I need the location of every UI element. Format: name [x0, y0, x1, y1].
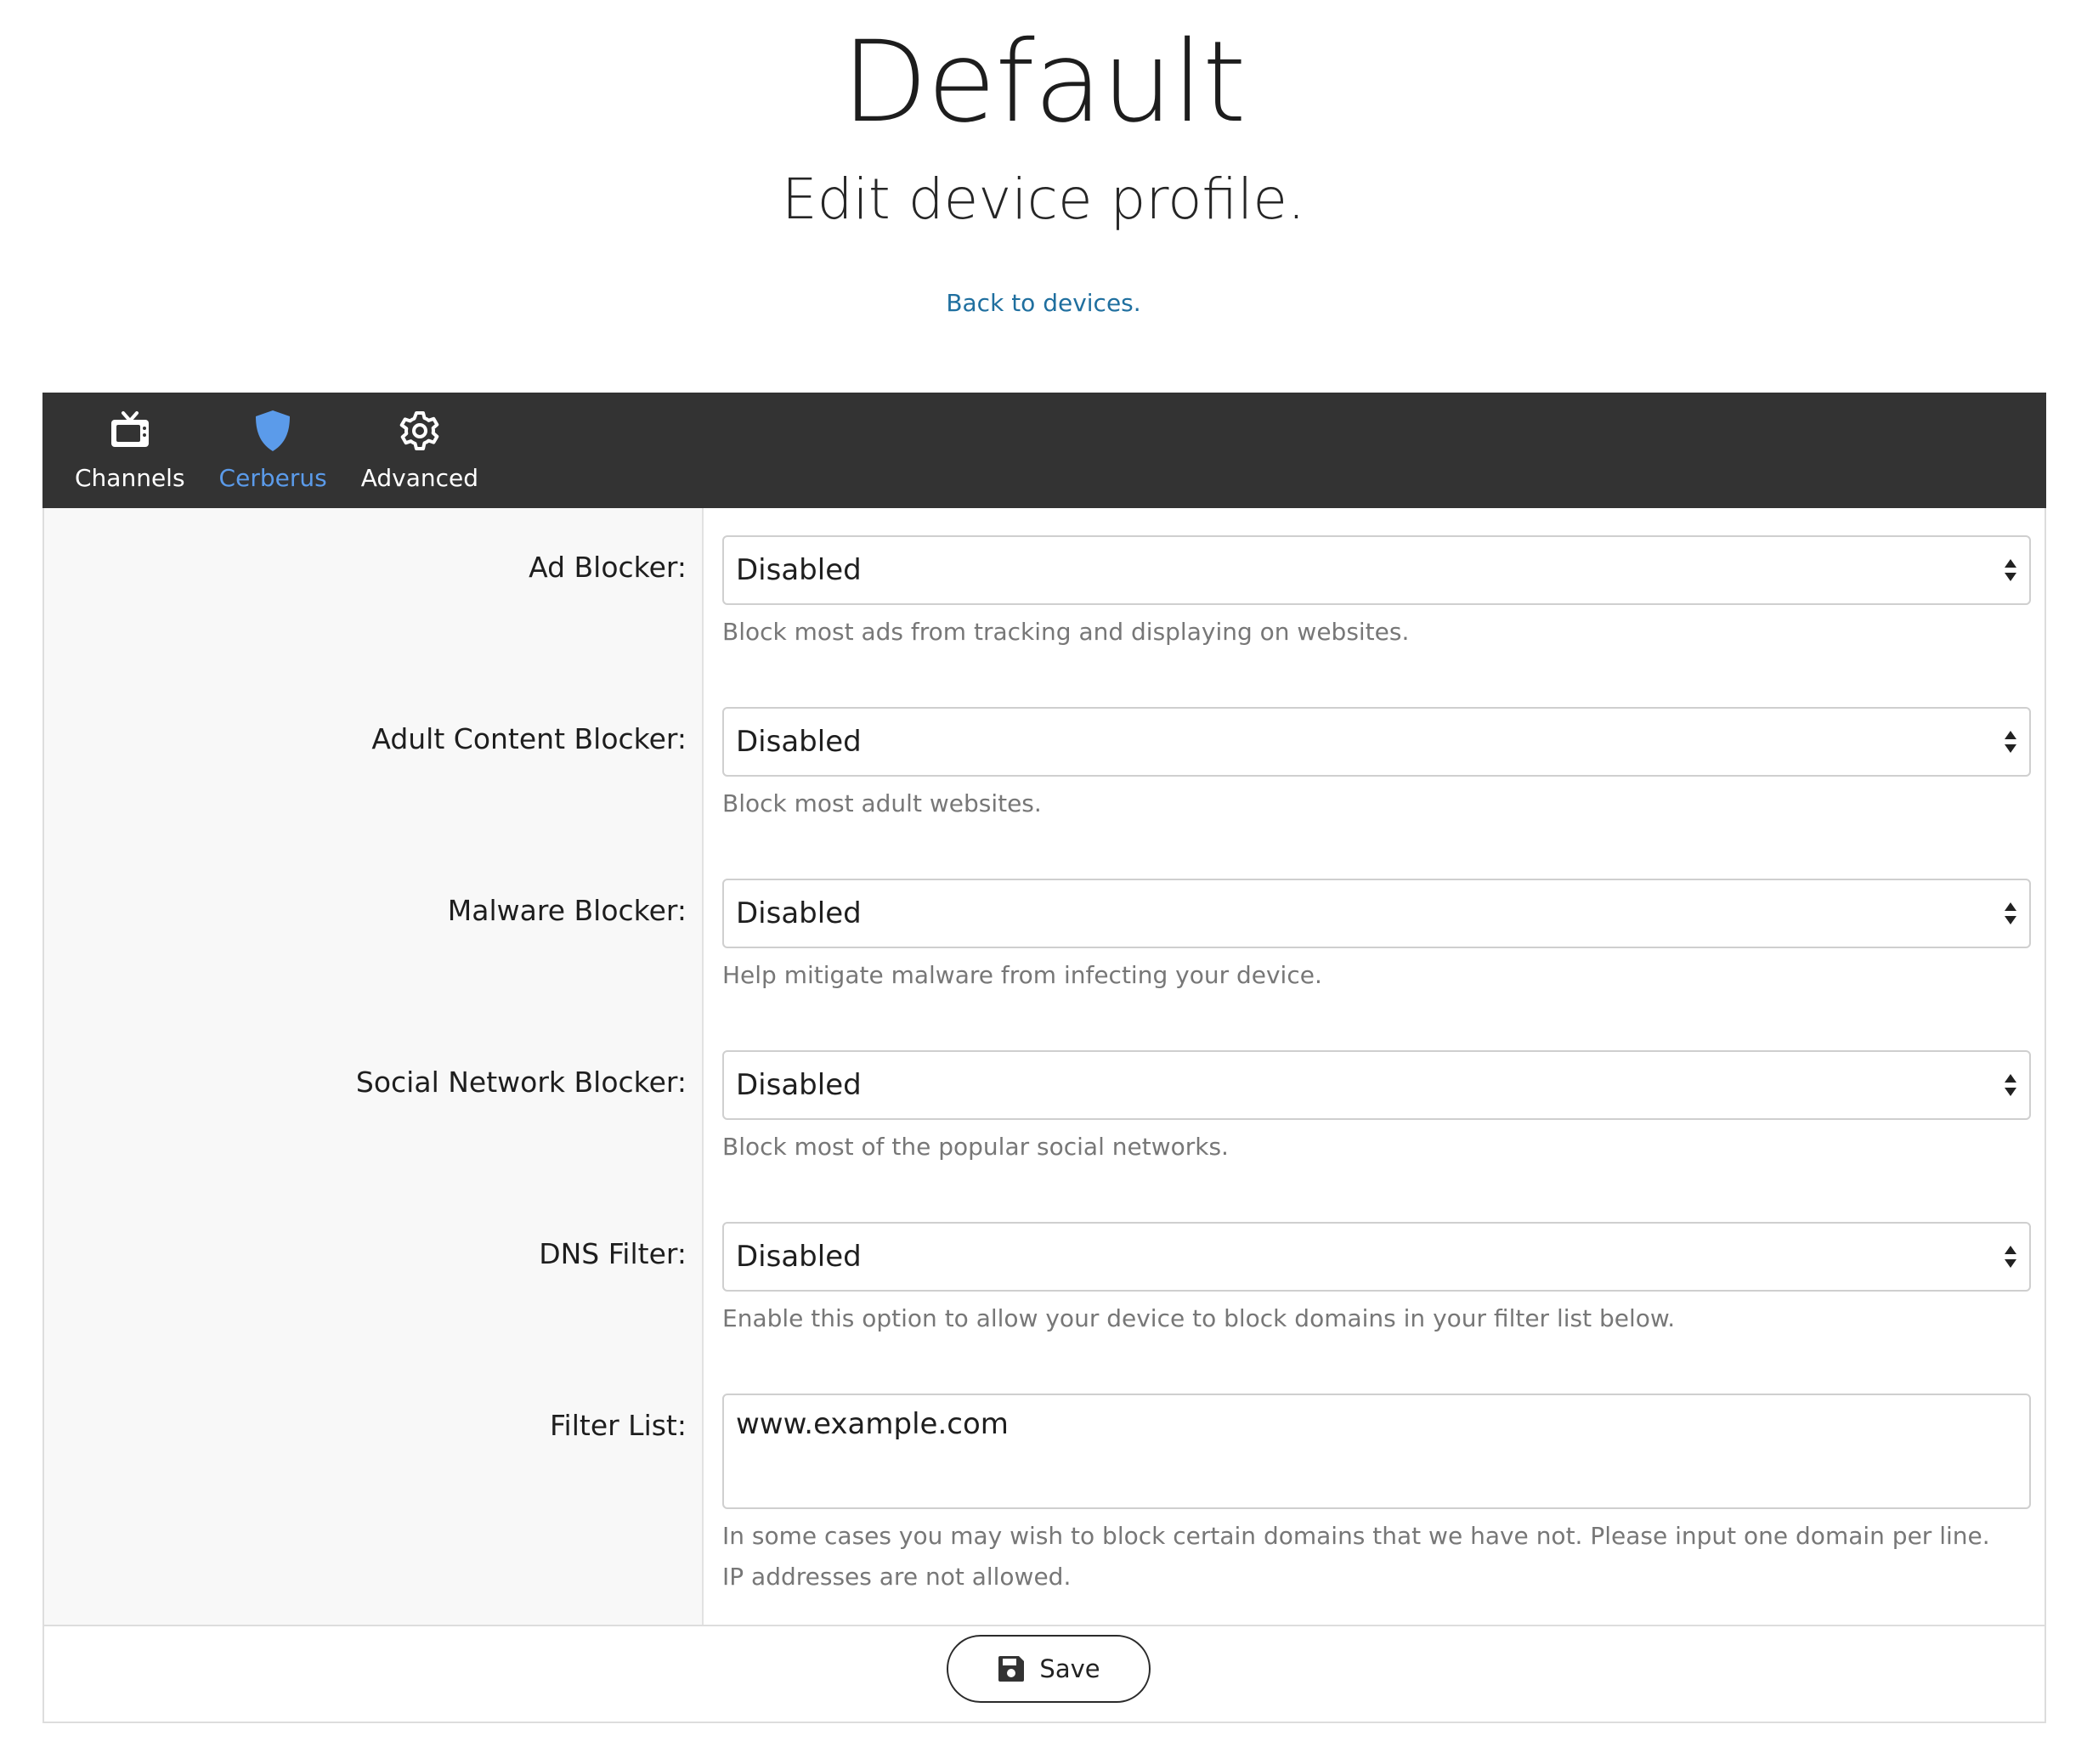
select-arrows-icon — [2005, 902, 2016, 924]
ad-blocker-label: Ad Blocker: — [529, 551, 687, 584]
dns-filter-label: DNS Filter: — [539, 1237, 687, 1270]
shield-icon — [250, 408, 296, 454]
floppy-disk-icon — [998, 1656, 1025, 1682]
ad-blocker-select[interactable]: Disabled — [722, 535, 2031, 605]
social-network-blocker-label: Social Network Blocker: — [355, 1066, 687, 1099]
back-to-devices-link[interactable]: Back to devices. — [946, 289, 1140, 317]
filter-list-help-line-1: In some cases you may wish to block cert… — [722, 1522, 1990, 1550]
page-subtitle: Edit device profile. — [781, 167, 1305, 232]
select-arrows-icon — [2005, 1246, 2016, 1268]
dns-filter-select[interactable]: Disabled — [722, 1222, 2031, 1292]
malware-blocker-help: Help mitigate malware from infecting you… — [722, 961, 1322, 989]
tab-label: Advanced — [360, 464, 478, 492]
page-title: Default — [841, 17, 1246, 148]
dns-filter-help: Enable this option to allow your device … — [722, 1304, 1676, 1332]
select-arrows-icon — [2005, 1074, 2016, 1096]
save-button-label: Save — [1039, 1654, 1100, 1683]
social-network-blocker-value: Disabled — [736, 1068, 862, 1102]
malware-blocker-label: Malware Blocker: — [447, 894, 687, 927]
malware-blocker-select[interactable]: Disabled — [722, 879, 2031, 948]
dns-filter-value: Disabled — [736, 1240, 862, 1274]
cerberus-form: Ad Blocker: Disabled Block most ads from… — [44, 508, 2045, 1625]
save-button[interactable]: Save — [947, 1635, 1151, 1703]
social-network-blocker-help: Block most of the popular social network… — [722, 1133, 1229, 1161]
page: Default Edit device profile. Back to dev… — [0, 0, 2087, 1764]
ad-blocker-help: Block most ads from tracking and display… — [722, 618, 1410, 646]
tab-bar: Channels Cerberus Advanced — [42, 393, 2046, 508]
form-footer: Save — [44, 1625, 2045, 1722]
back-link-wrapper: Back to devices. — [0, 289, 2087, 317]
filter-list-value: www.example.com — [736, 1407, 1009, 1441]
filter-list-label: Filter List: — [549, 1409, 687, 1442]
tab-advanced[interactable]: Advanced — [344, 393, 495, 508]
tv-icon — [107, 408, 153, 454]
tab-cerberus[interactable]: Cerberus — [202, 393, 344, 508]
filter-list-textarea[interactable]: www.example.com — [722, 1394, 2031, 1509]
tab-label: Channels — [75, 464, 185, 492]
select-arrows-icon — [2005, 559, 2016, 581]
social-network-blocker-select[interactable]: Disabled — [722, 1050, 2031, 1120]
tab-channels[interactable]: Channels — [58, 393, 202, 508]
adult-content-blocker-select[interactable]: Disabled — [722, 707, 2031, 777]
profile-card: Channels Cerberus Advanced Ad Blocker: D… — [42, 393, 2046, 1723]
filter-list-help-line-2: IP addresses are not allowed. — [722, 1563, 1072, 1591]
adult-content-blocker-value: Disabled — [736, 725, 862, 759]
malware-blocker-value: Disabled — [736, 896, 862, 930]
select-arrows-icon — [2005, 731, 2016, 753]
gear-icon — [397, 408, 443, 454]
ad-blocker-value: Disabled — [736, 553, 862, 587]
adult-content-blocker-help: Block most adult websites. — [722, 789, 1042, 817]
tab-label: Cerberus — [218, 464, 327, 492]
adult-content-blocker-label: Adult Content Blocker: — [371, 722, 687, 755]
